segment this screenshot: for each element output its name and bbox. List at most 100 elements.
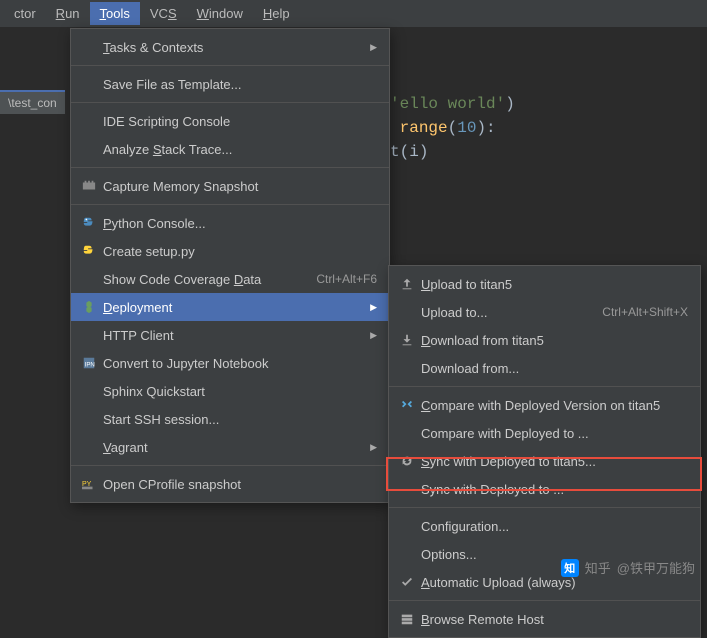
blank-icon: [79, 439, 99, 455]
deployment-submenu: Upload to titan5Upload to...Ctrl+Alt+Shi…: [388, 265, 701, 638]
menu-item-label: Python Console...: [103, 216, 377, 231]
menu-item-label: Analyze Stack Trace...: [103, 142, 377, 157]
check-icon: [397, 574, 417, 590]
tools-item-save-file-as-template[interactable]: Save File as Template...: [71, 70, 389, 98]
deploy-item-sync-with-deployed-to-titan5[interactable]: Sync with Deployed to titan5...: [389, 447, 700, 475]
menubar-item-window[interactable]: Window: [187, 2, 253, 25]
menu-item-label: Vagrant: [103, 440, 362, 455]
menu-item-label: Convert to Jupyter Notebook: [103, 356, 377, 371]
tools-item-sphinx-quickstart[interactable]: Sphinx Quickstart: [71, 377, 389, 405]
menu-separator: [71, 65, 389, 66]
zhihu-icon: 知: [561, 559, 579, 577]
blank-icon: [79, 327, 99, 343]
memory-icon: [79, 178, 99, 194]
watermark: 知 知乎 @铁甲万能狗: [561, 558, 695, 577]
tools-item-start-ssh-session[interactable]: Start SSH session...: [71, 405, 389, 433]
blank-icon: [397, 425, 417, 441]
menubar: ctor Run Tools VCS Window Help: [0, 0, 707, 28]
tools-item-convert-to-jupyter-notebook[interactable]: IPN Convert to Jupyter Notebook: [71, 349, 389, 377]
deploy-item-compare-with-deployed-to[interactable]: Compare with Deployed to ...: [389, 419, 700, 447]
tools-item-analyze-stack-trace[interactable]: Analyze Stack Trace...: [71, 135, 389, 163]
menu-item-label: IDE Scripting Console: [103, 114, 377, 129]
blank-icon: [397, 546, 417, 562]
py-icon: [79, 243, 99, 259]
menu-separator: [71, 204, 389, 205]
blank-icon: [79, 383, 99, 399]
menu-item-label: Upload to...: [421, 305, 602, 320]
deploy-item-upload-to-titan5[interactable]: Upload to titan5: [389, 270, 700, 298]
menu-item-label: Create setup.py: [103, 244, 377, 259]
menu-item-label: Open CProfile snapshot: [103, 477, 377, 492]
deploy-item-configuration[interactable]: Configuration...: [389, 512, 700, 540]
menu-item-label: Compare with Deployed Version on titan5: [421, 398, 688, 413]
blank-icon: [397, 481, 417, 497]
menu-item-label: Capture Memory Snapshot: [103, 179, 377, 194]
submenu-arrow-icon: ▶: [370, 42, 377, 53]
menu-item-label: Sphinx Quickstart: [103, 384, 377, 399]
blank-icon: [397, 304, 417, 320]
menu-shortcut: Ctrl+Alt+Shift+X: [602, 305, 688, 319]
jupyter-icon: IPN: [79, 355, 99, 371]
menubar-item-tools[interactable]: Tools: [90, 2, 140, 25]
tools-item-show-code-coverage-data[interactable]: Show Code Coverage DataCtrl+Alt+F6: [71, 265, 389, 293]
menu-separator: [71, 102, 389, 103]
svg-text:IPN: IPN: [85, 362, 95, 369]
tools-item-open-cprofile-snapshot[interactable]: PY Open CProfile snapshot: [71, 470, 389, 498]
blank-icon: [79, 39, 99, 55]
tools-item-python-console[interactable]: Python Console...: [71, 209, 389, 237]
deploy-item-compare-with-deployed-version-on-titan5[interactable]: Compare with Deployed Version on titan5: [389, 391, 700, 419]
deploy-item-download-from-titan5[interactable]: Download from titan5: [389, 326, 700, 354]
blank-icon: [79, 113, 99, 129]
tools-item-http-client[interactable]: HTTP Client ▶: [71, 321, 389, 349]
blank-icon: [79, 271, 99, 287]
pyc-icon: [79, 215, 99, 231]
deploy-item-download-from[interactable]: Download from...: [389, 354, 700, 382]
menu-item-label: HTTP Client: [103, 328, 362, 343]
menu-item-label: Deployment: [103, 300, 362, 315]
menubar-item-refactor[interactable]: ctor: [4, 2, 46, 25]
menu-shortcut: Ctrl+Alt+F6: [316, 272, 377, 286]
deploy-item-browse-remote-host[interactable]: Browse Remote Host: [389, 605, 700, 633]
editor-area: 'ello world') range(10): t(i): [390, 92, 515, 164]
menu-item-label: Download from titan5: [421, 333, 688, 348]
menubar-item-vcs[interactable]: VCS: [140, 2, 187, 25]
blank-icon: [79, 76, 99, 92]
host-icon: [397, 611, 417, 627]
menu-item-label: Save File as Template...: [103, 77, 377, 92]
menu-item-label: Browse Remote Host: [421, 612, 688, 627]
menu-item-label: Start SSH session...: [103, 412, 377, 427]
menu-item-label: Configuration...: [421, 519, 688, 534]
submenu-arrow-icon: ▶: [370, 442, 377, 453]
tools-item-capture-memory-snapshot[interactable]: Capture Memory Snapshot: [71, 172, 389, 200]
menu-separator: [389, 507, 700, 508]
file-tab[interactable]: \test_con: [0, 90, 65, 114]
compare-icon: [397, 397, 417, 413]
menu-item-label: Compare with Deployed to ...: [421, 426, 688, 441]
blank-icon: [397, 518, 417, 534]
tools-item-tasks-contexts[interactable]: Tasks & Contexts ▶: [71, 33, 389, 61]
deploy-icon: [79, 299, 99, 315]
menu-item-label: Tasks & Contexts: [103, 40, 362, 55]
tools-item-deployment[interactable]: Deployment▶: [71, 293, 389, 321]
deploy-item-upload-to[interactable]: Upload to...Ctrl+Alt+Shift+X: [389, 298, 700, 326]
menubar-item-run[interactable]: Run: [46, 2, 90, 25]
blank-icon: [79, 141, 99, 157]
sync-icon: [397, 453, 417, 469]
tools-item-ide-scripting-console[interactable]: IDE Scripting Console: [71, 107, 389, 135]
blank-icon: [79, 411, 99, 427]
tools-menu: Tasks & Contexts ▶ Save File as Template..…: [70, 28, 390, 503]
pyprof-icon: PY: [79, 476, 99, 492]
menu-separator: [389, 600, 700, 601]
tools-item-vagrant[interactable]: Vagrant ▶: [71, 433, 389, 461]
blank-icon: [397, 360, 417, 376]
menu-separator: [71, 465, 389, 466]
upload-icon: [397, 276, 417, 292]
submenu-arrow-icon: ▶: [370, 330, 377, 341]
download-icon: [397, 332, 417, 348]
menu-separator: [389, 386, 700, 387]
menu-item-label: Sync with Deployed to ...: [421, 482, 688, 497]
menubar-item-help[interactable]: Help: [253, 2, 300, 25]
menu-separator: [71, 167, 389, 168]
tools-item-create-setup-py[interactable]: Create setup.py: [71, 237, 389, 265]
deploy-item-sync-with-deployed-to[interactable]: Sync with Deployed to ...: [389, 475, 700, 503]
